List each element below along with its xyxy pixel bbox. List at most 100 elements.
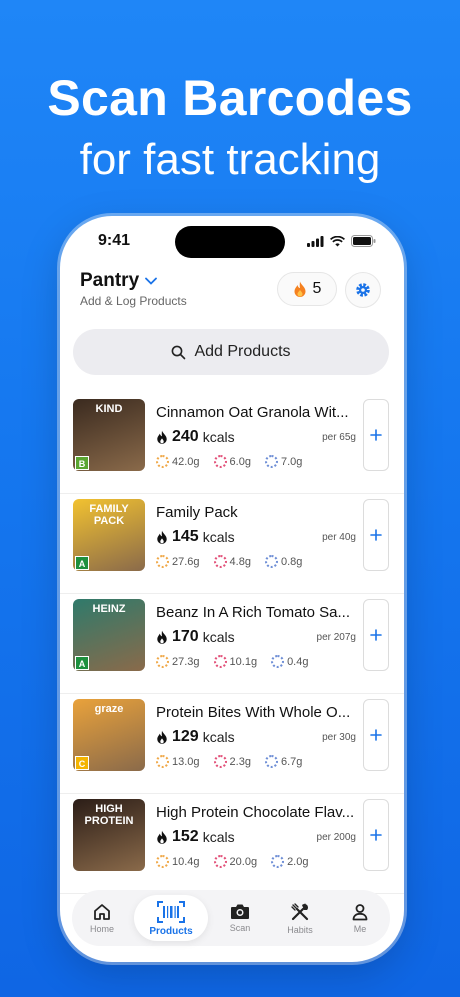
tab-home[interactable]: Home bbox=[74, 903, 130, 934]
product-thumbnail-brand: FAMILY PACK bbox=[89, 503, 129, 527]
pantry-title-dropdown[interactable]: Pantry bbox=[80, 270, 158, 292]
phone-frame: 9:41 Pantry Add & Log Products 5 Add Pro… bbox=[60, 216, 404, 962]
carbs-value: 42.0g bbox=[172, 455, 200, 468]
product-thumbnail-brand: KIND bbox=[95, 403, 123, 415]
search-icon bbox=[172, 345, 186, 359]
kcal-unit: kcals bbox=[202, 629, 235, 645]
flame-icon bbox=[157, 430, 167, 444]
product-row[interactable]: HEINZ A Beanz In A Rich Tomato Sa... 170… bbox=[60, 594, 404, 694]
plus-icon bbox=[370, 629, 382, 641]
carbs-value: 10.4g bbox=[172, 855, 200, 868]
carbs-macro: 13.0g bbox=[156, 755, 200, 768]
fat-macro: 2.0g bbox=[271, 855, 308, 868]
nutri-grade-badge: B bbox=[75, 456, 89, 470]
kcal-unit: kcals bbox=[202, 529, 235, 545]
protein-macro: 4.8g bbox=[213, 555, 251, 568]
promo-headline: Scan Barcodes bbox=[47, 70, 413, 126]
fat-value: 7.0g bbox=[280, 455, 303, 468]
flame-icon bbox=[157, 830, 167, 844]
habits-icon bbox=[291, 902, 309, 920]
protein-macro: 20.0g bbox=[213, 855, 257, 868]
protein-macro: 6.0g bbox=[213, 455, 251, 468]
add-product-button[interactable] bbox=[363, 699, 389, 771]
add-product-button[interactable] bbox=[363, 599, 389, 671]
flame-icon bbox=[157, 730, 167, 744]
tab-scan[interactable]: Scan bbox=[212, 903, 268, 933]
kcal-value: 170 bbox=[172, 628, 199, 645]
fat-value: 2.0g bbox=[287, 855, 309, 868]
kcal-unit: kcals bbox=[202, 429, 235, 445]
carbs-value: 13.0g bbox=[172, 755, 200, 768]
home-icon bbox=[94, 903, 110, 920]
carbs-ring-icon bbox=[156, 655, 169, 668]
protein-ring-icon bbox=[213, 455, 227, 468]
fat-value: 6.7g bbox=[280, 755, 303, 768]
tab-bar: Home Products Scan Habits Me bbox=[72, 890, 390, 946]
wifi-icon bbox=[330, 235, 345, 246]
product-name: Beanz In A Rich Tomato Sa... bbox=[156, 604, 351, 621]
carbs-macro: 10.4g bbox=[156, 855, 200, 868]
serving-size: per 40g bbox=[322, 532, 356, 543]
status-icons bbox=[307, 235, 376, 247]
chevron-down-icon bbox=[145, 277, 158, 285]
carbs-ring-icon bbox=[156, 855, 169, 868]
promo-subline: for fast tracking bbox=[79, 135, 381, 184]
fat-ring-icon bbox=[271, 855, 285, 868]
plus-icon bbox=[370, 429, 382, 441]
tab-scan-label: Scan bbox=[229, 923, 251, 933]
plus-icon bbox=[370, 829, 382, 841]
carbs-value: 27.3g bbox=[172, 655, 200, 668]
settings-button[interactable] bbox=[345, 272, 381, 308]
streak-button[interactable]: 5 bbox=[277, 272, 337, 306]
dynamic-island bbox=[175, 226, 285, 258]
product-thumbnail: HIGH PROTEIN bbox=[73, 799, 145, 871]
product-row[interactable]: HIGH PROTEIN High Protein Chocolate Flav… bbox=[60, 794, 404, 894]
plus-icon bbox=[370, 729, 382, 741]
product-row[interactable]: FAMILY PACK A Family Pack 145 kcals per … bbox=[60, 494, 404, 594]
fat-ring-icon bbox=[271, 655, 285, 668]
nutri-grade-badge: A bbox=[75, 656, 89, 670]
kcal-value: 145 bbox=[172, 528, 199, 545]
carbs-macro: 27.6g bbox=[156, 555, 200, 568]
product-kcal: 152 kcals bbox=[156, 828, 235, 846]
kcal-unit: kcals bbox=[202, 729, 235, 745]
product-name: Protein Bites With Whole O... bbox=[156, 704, 351, 721]
kcal-value: 240 bbox=[172, 428, 199, 445]
protein-ring-icon bbox=[213, 655, 227, 668]
protein-value: 4.8g bbox=[229, 555, 251, 568]
product-row[interactable]: graze C Protein Bites With Whole O... 12… bbox=[60, 694, 404, 794]
add-product-button[interactable] bbox=[363, 799, 389, 871]
serving-size: per 30g bbox=[322, 732, 356, 743]
carbs-macro: 42.0g bbox=[156, 455, 200, 468]
product-kcal: 170 kcals bbox=[156, 628, 235, 646]
add-product-button[interactable] bbox=[363, 399, 389, 471]
carbs-macro: 27.3g bbox=[156, 655, 200, 668]
barcode-icon bbox=[157, 901, 185, 923]
protein-ring-icon bbox=[213, 855, 227, 868]
product-name: High Protein Chocolate Flav... bbox=[156, 804, 355, 821]
product-row[interactable]: KIND B Cinnamon Oat Granola Wit... 240 k… bbox=[60, 394, 404, 494]
product-kcal: 145 kcals bbox=[156, 528, 235, 546]
kcal-unit: kcals bbox=[202, 829, 235, 845]
tab-me-label: Me bbox=[353, 923, 367, 934]
fat-macro: 0.4g bbox=[271, 655, 308, 668]
product-list: KIND B Cinnamon Oat Granola Wit... 240 k… bbox=[60, 394, 404, 894]
kcal-value: 129 bbox=[172, 728, 199, 745]
serving-size: per 200g bbox=[316, 832, 356, 843]
streak-count: 5 bbox=[312, 280, 322, 297]
tab-products[interactable]: Products bbox=[134, 895, 208, 941]
tab-me[interactable]: Me bbox=[332, 903, 388, 934]
camera-icon bbox=[231, 904, 249, 919]
tab-habits[interactable]: Habits bbox=[272, 902, 328, 935]
person-icon bbox=[352, 903, 368, 920]
tab-home-label: Home bbox=[89, 923, 114, 934]
add-products-button[interactable]: Add Products bbox=[73, 329, 389, 375]
product-name: Cinnamon Oat Granola Wit... bbox=[156, 404, 349, 421]
product-thumbnail-brand: HEINZ bbox=[92, 603, 126, 615]
macro-row: 27.6g 4.8g 0.8g bbox=[156, 555, 302, 568]
carbs-ring-icon bbox=[156, 755, 169, 768]
battery-icon bbox=[351, 235, 376, 247]
add-product-button[interactable] bbox=[363, 499, 389, 571]
protein-value: 6.0g bbox=[229, 455, 251, 468]
add-products-label: Add Products bbox=[194, 343, 291, 360]
